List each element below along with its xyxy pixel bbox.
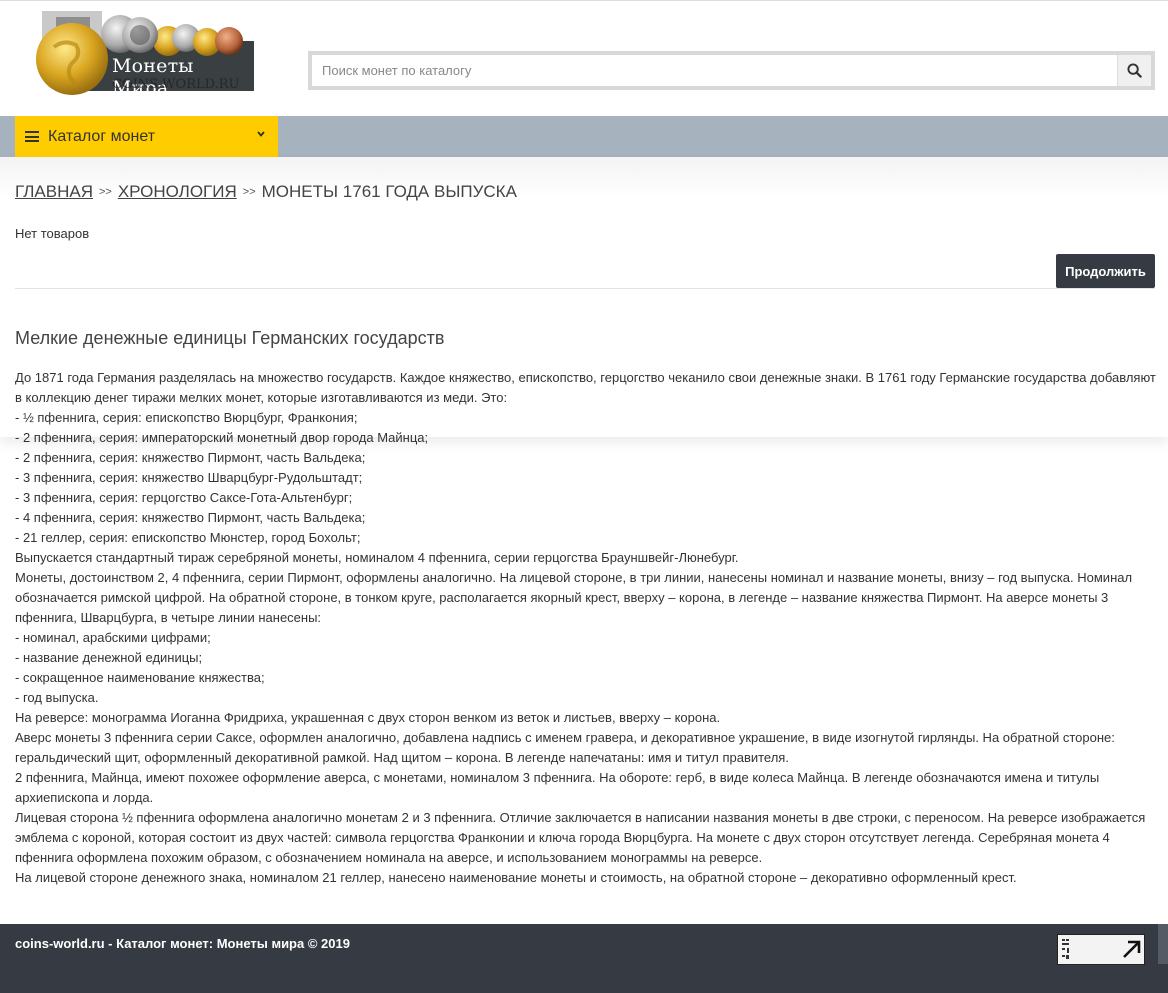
breadcrumb-current: МОНЕТЫ 1761 ГОДА ВЫПУСКА bbox=[261, 182, 517, 201]
article-list-item: - 2 пфеннига, серия: императорский монет… bbox=[15, 430, 429, 445]
article-paragraph: 2 пфеннига, Майнца, имеют похожее оформл… bbox=[15, 770, 1100, 805]
search-button[interactable] bbox=[1117, 55, 1151, 86]
article-list-item: - 3 пфеннига, серия: герцогство Саксе-Го… bbox=[15, 490, 353, 505]
visitor-counter[interactable] bbox=[1057, 934, 1145, 965]
breadcrumb-separator: >> bbox=[98, 186, 112, 198]
main-navbar: Каталог монет bbox=[0, 116, 1168, 157]
search-icon bbox=[1127, 63, 1142, 78]
article-paragraph: До 1871 года Германия разделялась на мно… bbox=[15, 370, 1156, 405]
breadcrumb-chronology-link[interactable]: ХРОНОЛОГИЯ bbox=[118, 182, 237, 202]
article-paragraph: Монеты, достоинством 2, 4 пфеннига, сери… bbox=[15, 570, 1133, 625]
article-list-item: - 21 геллер, серия: епископство Мюнстер,… bbox=[15, 530, 361, 545]
article-paragraph: Аверс монеты 3 пфеннига серии Саксе, офо… bbox=[15, 730, 1115, 765]
site-footer: coins-world.ru - Каталог монет: Монеты м… bbox=[0, 924, 1168, 993]
article-paragraph: Лицевая сторона ½ пфеннига оформлена ана… bbox=[15, 810, 1146, 865]
article-paragraph: Выпускается стандартный тираж серебряной… bbox=[15, 550, 739, 565]
article-paragraph: На реверсе: монограмма Иоганна Фридриха,… bbox=[15, 710, 721, 725]
site-header: Монеты Мира COINS-WORLD.RU bbox=[0, 1, 1168, 116]
article-title: Мелкие денежные единицы Германских госуд… bbox=[15, 328, 445, 348]
search-bar bbox=[308, 51, 1155, 90]
catalog-menu-button[interactable]: Каталог монет bbox=[15, 116, 278, 157]
article-list-item: - 4 пфеннига, серия: княжество Пирмонт, … bbox=[15, 510, 366, 525]
article-list-item: - название денежной единицы; bbox=[15, 650, 203, 665]
article-list-item: - 2 пфеннига, серия: княжество Пирмонт, … bbox=[15, 450, 366, 465]
breadcrumb: ГЛАВНАЯ >> ХРОНОЛОГИЯ >> МОНЕТЫ 1761 ГОД… bbox=[15, 181, 517, 203]
logo-subtitle: COINS-WORLD.RU bbox=[112, 77, 240, 92]
no-items-message: Нет товаров bbox=[15, 226, 90, 241]
chevron-down-icon bbox=[257, 131, 265, 137]
site-logo[interactable]: Монеты Мира COINS-WORLD.RU bbox=[36, 11, 256, 99]
catalog-menu-label: Каталог монет bbox=[48, 127, 156, 145]
footer-copyright: coins-world.ru - Каталог монет: Монеты м… bbox=[15, 936, 350, 951]
article-list-item: - сокращенное наименование княжества; bbox=[15, 670, 265, 685]
article-list-item: - год выпуска. bbox=[15, 690, 99, 705]
counter-badge-icon bbox=[1062, 939, 1141, 959]
scroll-to-top-button[interactable] bbox=[1158, 924, 1168, 964]
hamburger-icon bbox=[25, 131, 39, 142]
article-list-item: - ½ пфеннига, серия: епископство Вюрцбур… bbox=[15, 410, 358, 425]
divider bbox=[15, 288, 1155, 289]
breadcrumb-separator: >> bbox=[242, 186, 256, 198]
article-list-item: - 3 пфеннига, серия: княжество Шварцбург… bbox=[15, 470, 363, 485]
article-body: До 1871 года Германия разделялась на мно… bbox=[15, 368, 1160, 888]
article-paragraph: На лицевой стороне денежного знака, номи… bbox=[15, 870, 1017, 885]
continue-button[interactable]: Продолжить bbox=[1056, 254, 1155, 288]
search-input[interactable] bbox=[312, 55, 1117, 86]
article-list-item: - номинал, арабскими цифрами; bbox=[15, 630, 211, 645]
breadcrumb-home-link[interactable]: ГЛАВНАЯ bbox=[15, 182, 93, 202]
